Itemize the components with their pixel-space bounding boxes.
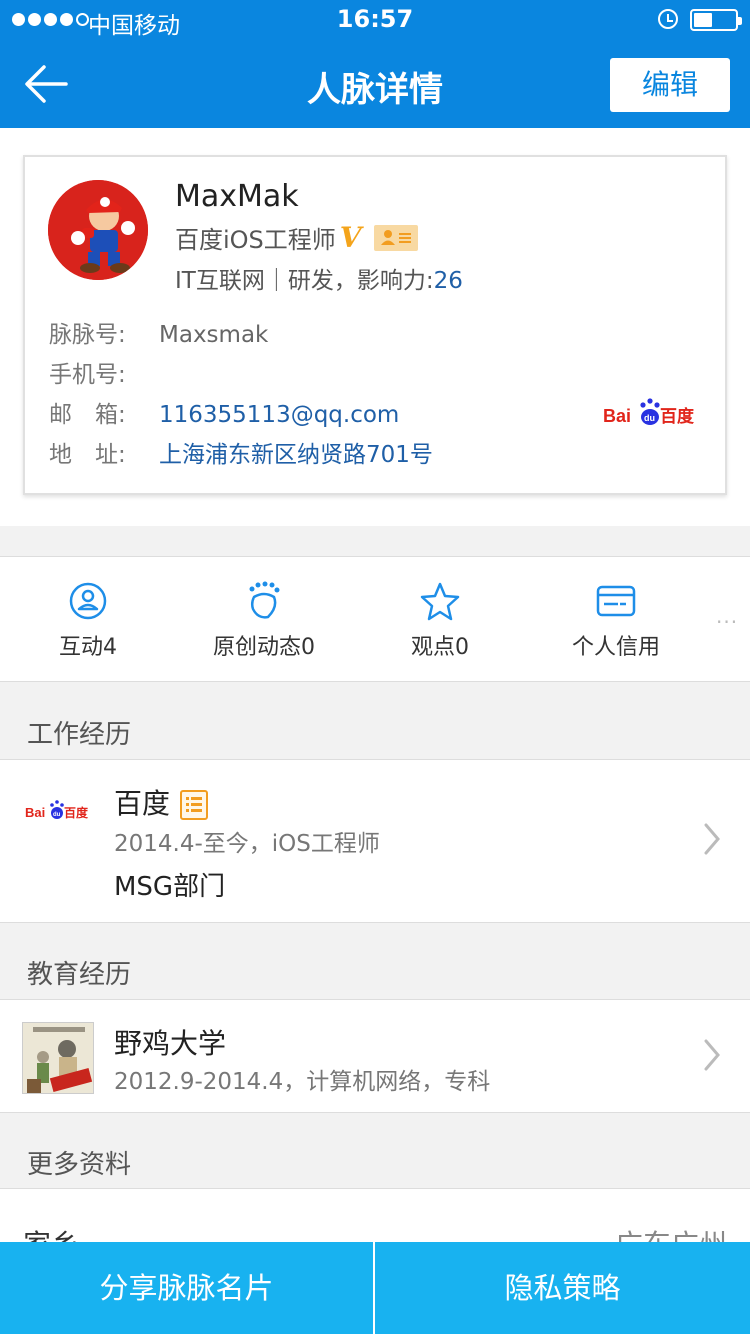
work-period: 2014.4-至今，iOS工程师 (114, 831, 380, 857)
svg-text:Bai: Bai (25, 805, 45, 820)
bottom-action-bar: 分享脉脉名片 隐私策略 (0, 1242, 750, 1334)
user-circle-icon (69, 582, 107, 620)
email-link[interactable]: 116355113@qq.com (159, 402, 399, 428)
star-icon (420, 582, 460, 621)
influence-score: 26 (433, 268, 463, 294)
profile-title-row: 百度iOS工程师 V (175, 220, 418, 255)
phone-row: 手机号: (49, 362, 126, 388)
activity-tabs: 互动4 原创动态0 观点0 个人信用 (0, 556, 750, 682)
tab-personal-credit[interactable]: 个人信用 (528, 557, 704, 683)
profile-name: MaxMak (175, 179, 299, 214)
school-image (22, 1022, 94, 1094)
chevron-right-icon (704, 823, 720, 855)
svg-text:du: du (53, 812, 61, 818)
status-bar: 中国移动 16:57 (0, 0, 750, 40)
footprint-icon (249, 581, 280, 619)
education-item[interactable]: 野鸡大学 2012.9-2014.4，计算机网络，专科 (0, 999, 750, 1113)
document-icon (180, 790, 209, 820)
status-time: 16:57 (336, 5, 414, 33)
school-name: 野鸡大学 (114, 1027, 227, 1060)
profile-job-title: 百度iOS工程师 (175, 226, 336, 254)
verified-v-icon: V (339, 221, 362, 254)
email-row: 邮 箱: 116355113@qq.com (49, 402, 400, 428)
alarm-icon (658, 9, 678, 29)
profile-section: MaxMak 百度iOS工程师 V IT互联网｜研发，影响力:26 脉脉号: Ma… (0, 128, 750, 526)
tab-original-posts[interactable]: 原创动态0 (176, 557, 352, 683)
education-section-heading: 教育经历 (27, 960, 132, 990)
maimai-id-row: 脉脉号: Maxsmak (49, 322, 269, 348)
credit-card-icon (596, 585, 636, 617)
work-experience-item[interactable]: Bai du 百度 百度 2014.4-至今，iOS工程师 MSG部门 (0, 759, 750, 923)
svg-text:du: du (644, 413, 655, 423)
more-tabs-icon[interactable]: ··· (716, 610, 738, 634)
share-card-button[interactable]: 分享脉脉名片 (0, 1242, 373, 1334)
baidu-logo-icon: Bai du 百度 (603, 398, 695, 427)
avatar[interactable] (48, 180, 148, 280)
work-department: MSG部门 (114, 872, 226, 902)
privacy-policy-button[interactable]: 隐私策略 (375, 1242, 750, 1334)
svg-text:百度: 百度 (64, 805, 89, 820)
svg-text:百度: 百度 (660, 406, 695, 427)
profile-card: MaxMak 百度iOS工程师 V IT互联网｜研发，影响力:26 脉脉号: Ma… (23, 155, 727, 495)
svg-text:Bai: Bai (603, 406, 631, 426)
battery-icon (690, 9, 742, 31)
edit-button[interactable]: 编辑 (610, 58, 730, 112)
profile-industry: IT互联网｜研发，影响力:26 (175, 268, 463, 294)
hometown-row[interactable]: 家乡 广东广州 (0, 1188, 750, 1248)
mario-avatar-icon (48, 180, 148, 280)
address-link[interactable]: 上海浦东新区纳贤路701号 (159, 442, 433, 468)
business-card-icon[interactable] (373, 224, 418, 251)
address-row: 地 址: 上海浦东新区纳贤路701号 (49, 442, 433, 468)
tab-opinions[interactable]: 观点0 (352, 557, 528, 683)
company-name: 百度 (114, 782, 209, 822)
work-section-heading: 工作经历 (27, 720, 132, 750)
top-bar: 中国移动 16:57 人脉详情 编辑 (0, 0, 750, 128)
chevron-right-icon (704, 1039, 720, 1071)
baidu-logo-icon: Bai du 百度 (25, 800, 89, 820)
tab-interaction[interactable]: 互动4 (0, 557, 176, 683)
more-info-heading: 更多资料 (27, 1150, 132, 1180)
education-detail: 2012.9-2014.4，计算机网络，专科 (114, 1069, 491, 1095)
